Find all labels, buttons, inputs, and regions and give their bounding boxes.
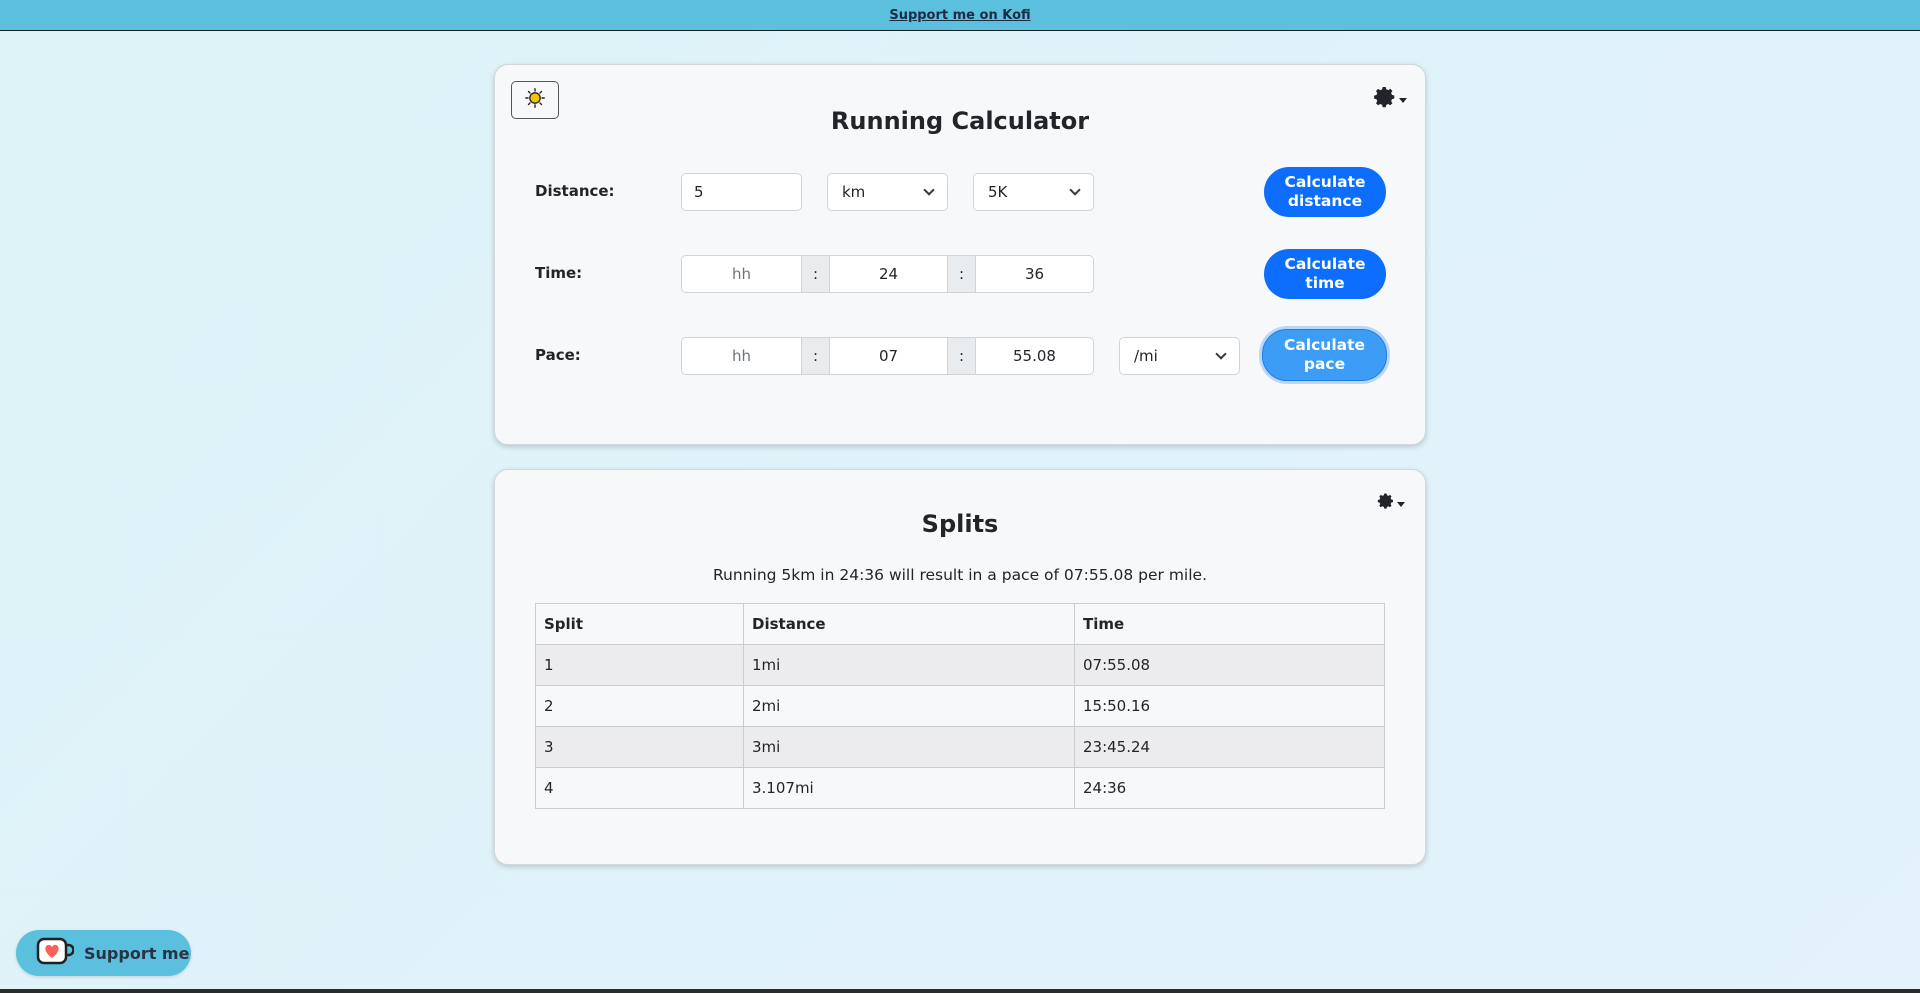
pace-unit-value: /mi — [1134, 347, 1158, 365]
kofi-support-link[interactable]: Support me on Kofi — [889, 8, 1030, 23]
pace-separator: : — [948, 337, 975, 375]
pace-minutes-value: 07 — [878, 347, 899, 365]
distance-preset-value: 5K — [988, 183, 1008, 201]
calculate-distance-button[interactable]: Calculate distance — [1264, 167, 1386, 217]
pace-unit-select[interactable]: /mi — [1119, 337, 1240, 375]
split-distance-cell: 3mi — [743, 726, 1075, 768]
pace-separator: : — [802, 337, 829, 375]
chevron-down-icon — [1069, 184, 1081, 196]
time-separator: : — [802, 255, 829, 293]
distance-value: 5 — [694, 183, 704, 201]
kofi-cup-icon — [36, 936, 75, 970]
calculate-pace-button[interactable]: Calculate pace — [1262, 329, 1387, 381]
pace-seconds-value: 55.08 — [1013, 347, 1056, 365]
split-distance-cell: 2mi — [743, 685, 1075, 727]
time-separator: : — [948, 255, 975, 293]
split-time-cell: 24:36 — [1074, 767, 1385, 809]
time-hours-placeholder: hh — [731, 265, 751, 283]
calculate-time-button[interactable]: Calculate time — [1264, 249, 1386, 299]
time-minutes-value: 24 — [878, 265, 899, 283]
table-row: 2 2mi 15:50.16 — [535, 685, 1385, 727]
distance-unit-value: km — [842, 183, 866, 201]
split-number-cell: 3 — [535, 726, 744, 768]
pace-hours-placeholder: hh — [731, 347, 751, 365]
time-label: Time: — [535, 264, 583, 282]
time-seconds-value: 36 — [1024, 265, 1045, 283]
split-time-cell: 15:50.16 — [1074, 685, 1385, 727]
split-time-cell: 23:45.24 — [1074, 726, 1385, 768]
distance-preset-select[interactable]: 5K — [973, 173, 1094, 211]
splits-title: Splits — [921, 510, 999, 538]
window-bottom-edge — [0, 989, 1920, 993]
split-distance-cell: 1mi — [743, 644, 1075, 686]
page-title: Running Calculator — [830, 107, 1090, 135]
chevron-down-icon — [1215, 348, 1227, 360]
pace-hours-input[interactable]: hh — [681, 337, 802, 375]
time-hours-input[interactable]: hh — [681, 255, 802, 293]
splits-table: Split Distance Time 1 1mi 07:55.08 2 2mi… — [535, 603, 1385, 809]
column-header-split: Split — [535, 603, 744, 645]
table-row: 4 3.107mi 24:36 — [535, 767, 1385, 809]
split-number-cell: 4 — [535, 767, 744, 809]
column-header-distance: Distance — [743, 603, 1075, 645]
split-number-cell: 1 — [535, 644, 744, 686]
top-banner: Support me on Kofi — [0, 0, 1920, 31]
kofi-support-button[interactable]: Support me — [16, 930, 191, 976]
splits-card: Splits Running 5km in 24:36 will result … — [494, 469, 1426, 865]
chevron-down-icon — [923, 184, 935, 196]
table-header-row: Split Distance Time — [535, 603, 1385, 645]
split-time-cell: 07:55.08 — [1074, 644, 1385, 686]
split-distance-cell: 3.107mi — [743, 767, 1075, 809]
column-header-time: Time — [1074, 603, 1385, 645]
caret-down-icon — [1399, 97, 1407, 103]
table-row: 1 1mi 07:55.08 — [535, 644, 1385, 686]
time-seconds-input[interactable]: 36 — [975, 255, 1094, 293]
pace-label: Pace: — [535, 346, 581, 364]
calculator-card: Running Calculator Distance: 5 km 5K Cal… — [494, 64, 1426, 445]
table-row: 3 3mi 23:45.24 — [535, 726, 1385, 768]
distance-unit-select[interactable]: km — [827, 173, 948, 211]
kofi-button-label: Support me — [84, 943, 190, 963]
pace-seconds-input[interactable]: 55.08 — [975, 337, 1094, 375]
distance-label: Distance: — [535, 182, 615, 200]
caret-down-icon — [1397, 501, 1405, 507]
distance-input[interactable]: 5 — [681, 173, 802, 211]
split-number-cell: 2 — [535, 685, 744, 727]
time-minutes-input[interactable]: 24 — [829, 255, 948, 293]
pace-minutes-input[interactable]: 07 — [829, 337, 948, 375]
splits-summary: Running 5km in 24:36 will result in a pa… — [712, 566, 1208, 584]
